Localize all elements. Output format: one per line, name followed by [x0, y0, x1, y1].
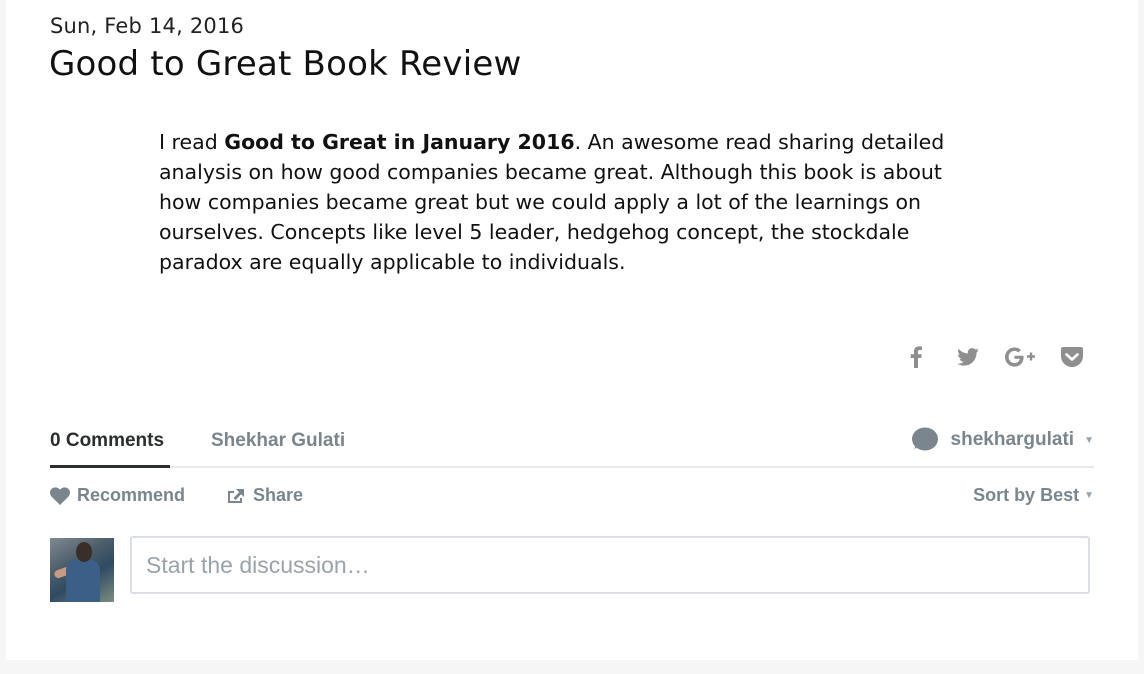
share-icon	[228, 488, 244, 503]
share-button[interactable]: Share	[226, 485, 303, 506]
recommend-button[interactable]: Recommend	[50, 485, 185, 506]
comments-section: 0 Comments Shekhar Gulati shekhargulati …	[50, 420, 1094, 616]
compose-row	[50, 536, 1094, 616]
chevron-down-icon: ▼	[1084, 434, 1094, 446]
google-plus-icon[interactable]	[1004, 343, 1036, 371]
username: shekhargulati	[950, 429, 1075, 450]
comments-nav: 0 Comments Shekhar Gulati shekhargulati …	[50, 420, 1094, 468]
avatar[interactable]	[50, 538, 114, 602]
sort-dropdown[interactable]: Sort by Best ▼	[973, 485, 1094, 506]
speech-bubble-icon	[911, 427, 938, 451]
sort-label: Sort by Best	[973, 485, 1080, 505]
heart-icon	[50, 486, 70, 505]
user-menu[interactable]: shekhargulati ▼	[911, 427, 1094, 453]
post-body-bold: Good to Great in January 2016	[224, 130, 575, 154]
post-date: Sun, Feb 14, 2016	[50, 14, 245, 38]
share-bar	[900, 343, 1088, 371]
pocket-icon[interactable]	[1056, 343, 1088, 371]
site-name-tab[interactable]: Shekhar Gulati	[211, 430, 345, 452]
share-label: Share	[253, 485, 304, 505]
post-title: Good to Great Book Review	[49, 44, 522, 84]
discussion-input[interactable]	[130, 536, 1090, 594]
facebook-icon[interactable]	[900, 343, 932, 371]
comments-actions: Recommend Share Sort by Best ▼	[50, 468, 1094, 524]
recommend-label: Recommend	[77, 485, 186, 505]
comments-count-tab[interactable]: 0 Comments	[50, 430, 170, 468]
post-body: I read Good to Great in January 2016. An…	[159, 127, 979, 277]
blog-page: Sun, Feb 14, 2016 Good to Great Book Rev…	[6, 0, 1138, 660]
chevron-down-icon: ▼	[1084, 490, 1094, 501]
twitter-icon[interactable]	[952, 343, 984, 371]
post-body-prefix: I read	[159, 130, 225, 154]
